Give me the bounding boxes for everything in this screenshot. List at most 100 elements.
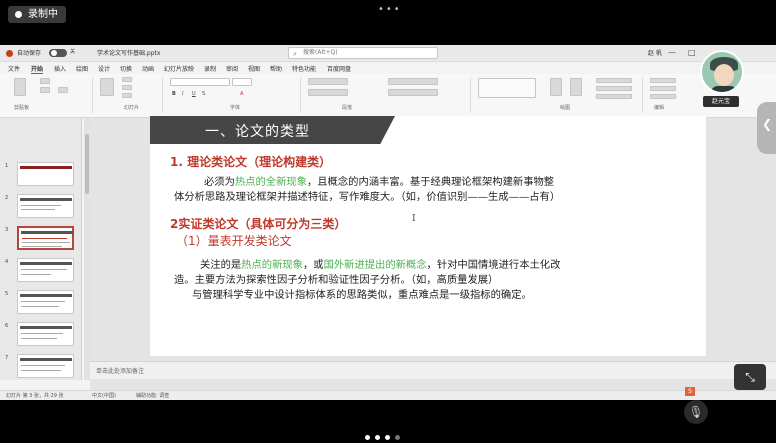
- menu-features[interactable]: 特色功能: [292, 64, 316, 73]
- page-indicator: [365, 425, 405, 443]
- heading-theory-papers: 1. 理论类论文（理论构建类）: [170, 155, 332, 169]
- menu-help[interactable]: 帮助: [270, 64, 282, 73]
- font-name-select[interactable]: [170, 78, 230, 86]
- notes-placeholder: 单击此处添加备注: [96, 368, 145, 375]
- menu-animations[interactable]: 动画: [142, 64, 154, 73]
- powerpoint-window: 自动保存 关 学术论文写作基础.pptx ⌕ 搜索(Alt+Q) 赵 帆 — □ …: [0, 45, 776, 400]
- thumb-number: 7: [5, 355, 9, 361]
- text-cursor-icon: I: [412, 214, 416, 224]
- notes-pane[interactable]: 单击此处添加备注: [90, 361, 776, 379]
- more-dots-icon[interactable]: •••: [378, 4, 402, 15]
- menu-insert[interactable]: 插入: [54, 64, 66, 73]
- slide-thumbnails-panel: 1 2 3 4 5 6 7: [0, 118, 82, 380]
- menu-design[interactable]: 设计: [98, 64, 110, 73]
- side-panel-toggle[interactable]: ❮: [757, 102, 776, 154]
- thumb-number: 6: [5, 323, 9, 329]
- arrange-icon[interactable]: [550, 78, 562, 96]
- menu-record[interactable]: 录制: [204, 64, 216, 73]
- user-name[interactable]: 赵 帆: [648, 48, 662, 57]
- menu-file[interactable]: 文件: [8, 64, 20, 73]
- thumb-number: 5: [5, 291, 9, 297]
- slide-canvas: 一、论文的类型 1. 理论类论文（理论构建类） 必须为热点的全新现象，且概念的内…: [90, 116, 776, 400]
- text-direction-icon[interactable]: [388, 78, 438, 85]
- webcam-name-tag: 赵元宝: [703, 96, 739, 107]
- accessibility-status[interactable]: 辅助功能: 调查: [136, 392, 169, 399]
- autosave-state: 关: [70, 49, 76, 55]
- microphone-icon[interactable]: 🎙: [684, 400, 708, 424]
- shape-effects-icon[interactable]: [596, 94, 632, 99]
- theory-paragraph-line1: 必须为热点的全新现象，且概念的内涵丰富。基于经典理论框架构建新事物整: [204, 176, 555, 188]
- cut-icon[interactable]: [40, 78, 50, 84]
- theory-paragraph-line2: 体分析思路及理论框架并描述特征，写作难度大。（如，价值识别——生成——占有）: [174, 191, 561, 203]
- menu-home[interactable]: 开始: [31, 64, 44, 74]
- select-icon[interactable]: [650, 94, 676, 99]
- section-icon[interactable]: [122, 93, 132, 98]
- slide-thumbnail-5[interactable]: [17, 290, 74, 314]
- bullets-icon[interactable]: [308, 78, 348, 85]
- app-icon: [6, 50, 13, 57]
- font-size-select[interactable]: [232, 78, 252, 86]
- replace-icon[interactable]: [650, 86, 676, 91]
- layout-icon[interactable]: [122, 77, 132, 82]
- record-dot-icon: [15, 11, 22, 18]
- slide-thumbnail-6[interactable]: [17, 322, 74, 346]
- empirical-paragraph-line3: 与管理科学专业中设计指标体系的思路类似，重点难点是一级指标的确定。: [192, 289, 532, 301]
- search-input[interactable]: ⌕ 搜索(Alt+Q): [288, 47, 438, 59]
- quick-styles-icon[interactable]: [570, 78, 582, 96]
- search-icon: ⌕: [293, 50, 297, 58]
- find-icon[interactable]: [650, 78, 676, 83]
- format-painter-icon[interactable]: [58, 87, 68, 93]
- font-color-icon[interactable]: A: [240, 91, 243, 97]
- recording-badge: 录制中: [8, 6, 66, 23]
- screen: 录制中 ••• 自动保存 关 学术论文写作基础.pptx ⌕ 搜索(Alt+Q) …: [0, 0, 776, 443]
- maximize-icon[interactable]: □: [688, 48, 696, 57]
- webcam-avatar: [700, 50, 744, 94]
- thumb-number: 1: [5, 163, 9, 169]
- new-slide-icon[interactable]: [100, 78, 114, 96]
- shapes-gallery[interactable]: [478, 78, 536, 98]
- menu-review[interactable]: 审阅: [226, 64, 238, 73]
- slide-thumbnail-1[interactable]: [17, 162, 74, 186]
- autosave-label: 自动保存: [17, 50, 42, 57]
- file-name: 学术论文写作基础.pptx: [97, 50, 161, 57]
- menu-baidu-netdisk[interactable]: 百度网盘: [327, 64, 351, 73]
- thumb-number: 2: [5, 195, 9, 201]
- ribbon-divider: [162, 77, 163, 113]
- language-status[interactable]: 中文(中国): [92, 392, 116, 399]
- title-bar: 自动保存 关 学术论文写作基础.pptx ⌕ 搜索(Alt+Q) 赵 帆 — □: [0, 45, 776, 62]
- italic-icon[interactable]: I: [182, 91, 183, 97]
- menu-transitions[interactable]: 切换: [120, 64, 132, 73]
- menu-bar: 文件 开始 插入 绘图 设计 切换 动画 幻灯片放映 录制 审阅 视图 帮助 特…: [0, 63, 776, 93]
- slide[interactable]: 一、论文的类型 1. 理论类论文（理论构建类） 必须为热点的全新现象，且概念的内…: [150, 116, 706, 356]
- bold-icon[interactable]: B: [172, 91, 176, 97]
- reset-icon[interactable]: [122, 85, 132, 90]
- slide-thumbnail-3[interactable]: [17, 226, 74, 250]
- menu-slideshow[interactable]: 幻灯片放映: [164, 64, 194, 73]
- slide-thumbnail-2[interactable]: [17, 194, 74, 218]
- ribbon-divider: [92, 77, 93, 113]
- chevron-icon: ❮: [762, 117, 773, 131]
- input-method-icon[interactable]: S: [685, 387, 695, 396]
- group-font: 字体: [230, 105, 241, 111]
- shape-outline-icon[interactable]: [596, 86, 632, 91]
- shape-fill-icon[interactable]: [596, 78, 632, 83]
- slide-thumbnail-4[interactable]: [17, 258, 74, 282]
- slide-counter: 幻灯片 第 3 张，共 29 张: [6, 393, 64, 399]
- paste-icon[interactable]: [14, 78, 26, 96]
- exit-fullscreen-icon[interactable]: ⤡: [734, 364, 766, 390]
- ribbon-divider: [300, 77, 301, 113]
- menu-view[interactable]: 视图: [248, 64, 260, 73]
- align-icon[interactable]: [308, 89, 348, 96]
- slide-title: 一、论文的类型: [205, 124, 310, 140]
- strikethrough-icon[interactable]: S: [202, 91, 205, 97]
- underline-icon[interactable]: U: [192, 91, 196, 97]
- menu-draw[interactable]: 绘图: [76, 64, 88, 73]
- group-drawing: 绘图: [560, 105, 571, 111]
- minimize-icon[interactable]: —: [668, 48, 676, 57]
- smartart-icon[interactable]: [388, 89, 438, 96]
- ribbon-divider: [470, 77, 471, 113]
- autosave-toggle[interactable]: [49, 49, 67, 57]
- group-editing: 编辑: [654, 105, 665, 111]
- copy-icon[interactable]: [40, 87, 50, 93]
- slide-thumbnail-7[interactable]: [17, 354, 74, 378]
